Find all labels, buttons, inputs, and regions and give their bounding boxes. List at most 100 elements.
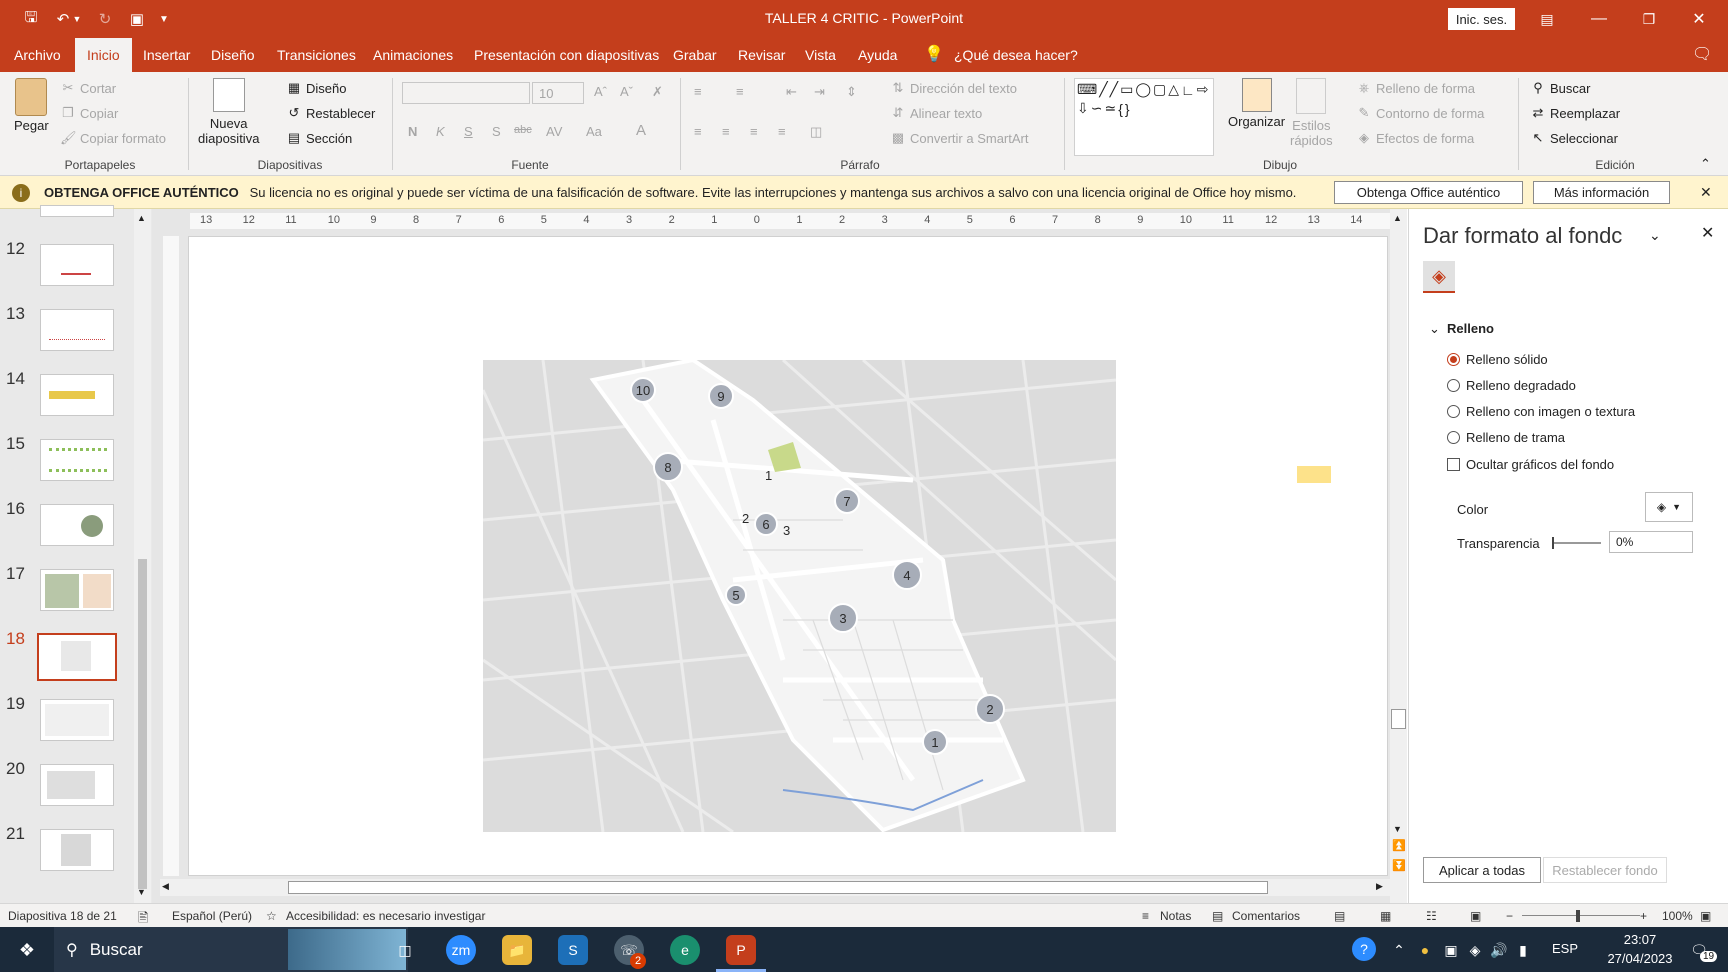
tab-transiciones[interactable]: Transiciones bbox=[277, 38, 356, 72]
shape-line-icon[interactable]: ╱ bbox=[1099, 81, 1107, 98]
map-marker[interactable]: 4 bbox=[892, 560, 922, 590]
scroll-down-icon[interactable]: ▼ bbox=[1393, 824, 1402, 834]
shapes-gallery[interactable]: ⌨ ╱ ╱ ▭ ◯ ▢ △ ∟ ⇨ ⇩ ∽ ≃{} bbox=[1074, 78, 1214, 156]
undo-dropdown-icon[interactable]: ▼ bbox=[70, 8, 84, 30]
slide-thumbnail[interactable] bbox=[40, 374, 114, 416]
edge-icon[interactable]: e bbox=[670, 935, 700, 965]
columns-icon[interactable]: ◫ bbox=[810, 124, 822, 140]
select-button[interactable]: ↖ Seleccionar bbox=[1530, 130, 1618, 146]
slide-thumbnail-active[interactable] bbox=[37, 633, 117, 681]
slide-thumbnail[interactable] bbox=[40, 205, 114, 217]
map-marker[interactable]: 5 bbox=[725, 584, 747, 606]
clear-format-icon[interactable]: ✗ bbox=[652, 84, 663, 100]
replace-button[interactable]: ⇄ Reemplazar bbox=[1530, 105, 1621, 121]
bold-button[interactable]: N bbox=[408, 124, 417, 139]
grow-font-icon[interactable]: Aˆ bbox=[594, 84, 607, 99]
shape-rect-icon[interactable]: ▭ bbox=[1120, 81, 1133, 98]
help-icon[interactable]: ? bbox=[1352, 937, 1376, 961]
scroll-up-icon[interactable]: ▲ bbox=[137, 213, 146, 223]
taskbar-search[interactable]: ⚲ Buscar bbox=[54, 927, 408, 972]
normal-view-icon[interactable]: ▤ bbox=[1334, 909, 1345, 923]
close-icon[interactable]: ✕ bbox=[1684, 6, 1714, 32]
windows-start-icon[interactable]: ❖ bbox=[12, 935, 42, 965]
language-status[interactable]: Español (Perú) bbox=[172, 909, 252, 923]
shape-line-icon[interactable]: ╱ bbox=[1110, 81, 1118, 98]
zoom-out-icon[interactable]: − bbox=[1506, 909, 1513, 923]
pane-options-icon[interactable]: ⌄ bbox=[1649, 227, 1661, 244]
shape-textbox-icon[interactable]: ⌨ bbox=[1077, 81, 1097, 98]
customize-qat-icon[interactable]: ▼ bbox=[156, 8, 172, 30]
scroll-right-icon[interactable]: ▶ bbox=[1376, 881, 1383, 892]
zoom-level[interactable]: 100% bbox=[1662, 909, 1693, 923]
scroll-left-icon[interactable]: ◀ bbox=[162, 881, 169, 892]
yellow-shape[interactable] bbox=[1297, 466, 1331, 483]
sorter-view-icon[interactable]: ▦ bbox=[1380, 909, 1391, 923]
battery-icon[interactable]: ▮ bbox=[1508, 935, 1538, 965]
yellow-marker[interactable]: 3 bbox=[783, 523, 790, 538]
restore-icon[interactable]: ❐ bbox=[1634, 6, 1664, 32]
tab-presentacion[interactable]: Presentación con diapositivas bbox=[474, 38, 659, 72]
editor-vertical-scrollbar[interactable]: ▲ ▼ ⏫ ⏬ bbox=[1390, 209, 1407, 903]
shape-arrow-right-icon[interactable]: ⇨ bbox=[1197, 81, 1209, 98]
new-slide-button[interactable]: Nueva diapositiva bbox=[198, 78, 259, 146]
fill-section-header[interactable]: Relleno bbox=[1447, 321, 1494, 336]
align-center-icon[interactable]: ≡ bbox=[722, 124, 730, 139]
arrange-button[interactable]: Organizar bbox=[1228, 78, 1285, 129]
reset-button[interactable]: ↺ Restablecer bbox=[286, 105, 376, 121]
clock-time[interactable]: 23:07 bbox=[1604, 932, 1676, 947]
input-language[interactable]: ESP bbox=[1552, 941, 1578, 956]
scroll-down-icon[interactable]: ▼ bbox=[137, 887, 146, 897]
font-color-icon[interactable]: A bbox=[636, 122, 646, 139]
file-explorer-icon[interactable]: 📁 bbox=[502, 935, 532, 965]
tell-me-search[interactable]: ¿Qué desea hacer? bbox=[954, 38, 1078, 72]
tab-archivo[interactable]: Archivo bbox=[14, 38, 61, 72]
underline-button[interactable]: S bbox=[464, 124, 473, 139]
shape-effects-button[interactable]: ◈ Efectos de forma bbox=[1356, 130, 1474, 146]
yellow-marker[interactable]: 1 bbox=[765, 468, 772, 483]
section-button[interactable]: ▤ Sección bbox=[286, 130, 352, 146]
scroll-thumb[interactable] bbox=[138, 559, 147, 889]
shape-outline-button[interactable]: ✎ Contorno de forma bbox=[1356, 105, 1485, 121]
yellow-marker[interactable]: 2 bbox=[742, 511, 749, 526]
align-left-icon[interactable]: ≡ bbox=[694, 124, 702, 139]
reading-view-icon[interactable]: ☷ bbox=[1426, 909, 1437, 923]
zoom-in-icon[interactable]: + bbox=[1640, 909, 1647, 923]
tab-diseno[interactable]: Diseño bbox=[211, 38, 255, 72]
shape-brace-icon[interactable]: } bbox=[1125, 101, 1130, 117]
radio-gradient-fill[interactable]: Relleno degradado bbox=[1447, 378, 1576, 393]
tab-insertar[interactable]: Insertar bbox=[143, 38, 190, 72]
fill-bucket-icon[interactable]: ◈ bbox=[1423, 261, 1455, 293]
slide-thumbnail[interactable] bbox=[40, 244, 114, 286]
map-marker[interactable]: 3 bbox=[828, 603, 858, 633]
bullets-icon[interactable]: ≡ bbox=[694, 84, 702, 99]
copy-button[interactable]: ❐ Copiar bbox=[60, 105, 118, 121]
color-picker-button[interactable]: ◈ ▼ bbox=[1645, 492, 1693, 522]
scroll-thumb[interactable] bbox=[1391, 709, 1406, 729]
change-case-icon[interactable]: Aa bbox=[586, 124, 602, 139]
shape-rounded-icon[interactable]: ▢ bbox=[1153, 81, 1166, 98]
slide-thumbnail[interactable] bbox=[40, 764, 114, 806]
transparency-slider[interactable] bbox=[1552, 537, 1601, 549]
map-image[interactable] bbox=[483, 360, 1116, 832]
line-spacing-icon[interactable]: ⇕ bbox=[846, 84, 857, 100]
layout-button[interactable]: ▦ Diseño bbox=[286, 80, 347, 96]
text-direction-button[interactable]: ⇅ Dirección del texto bbox=[890, 80, 1017, 96]
minimize-icon[interactable]: — bbox=[1584, 6, 1614, 32]
slide-thumbnail[interactable] bbox=[40, 699, 114, 741]
map-marker[interactable]: 6 bbox=[754, 512, 778, 536]
map-marker[interactable]: 7 bbox=[834, 488, 860, 514]
sketchup-icon[interactable]: S bbox=[558, 935, 588, 965]
clock-date[interactable]: 27/04/2023 bbox=[1598, 951, 1682, 966]
shadow-button[interactable]: S bbox=[492, 124, 501, 139]
ribbon-display-icon[interactable]: ▤ bbox=[1532, 6, 1562, 32]
radio-picture-fill[interactable]: Relleno con imagen o textura bbox=[1447, 404, 1635, 419]
tab-ayuda[interactable]: Ayuda bbox=[858, 38, 897, 72]
slide-thumbnail[interactable] bbox=[40, 504, 114, 546]
zoom-app-icon[interactable]: zm bbox=[446, 935, 476, 965]
shape-curve-icon[interactable]: ≃ bbox=[1104, 100, 1116, 117]
prev-slide-icon[interactable]: ⏫ bbox=[1392, 839, 1406, 852]
tab-animaciones[interactable]: Animaciones bbox=[373, 38, 453, 72]
tab-vista[interactable]: Vista bbox=[805, 38, 836, 72]
accessibility-icon[interactable]: ☆ bbox=[266, 909, 277, 923]
zoom-slider[interactable] bbox=[1522, 915, 1640, 916]
